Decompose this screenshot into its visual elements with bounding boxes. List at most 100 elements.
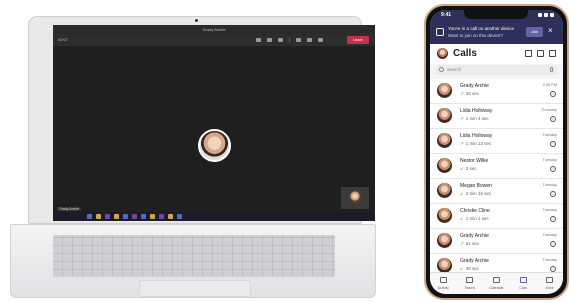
- taskbar-app-icon[interactable]: [132, 214, 137, 219]
- join-button[interactable]: Join: [526, 27, 543, 37]
- bottom-nav: Activity Teams Calendar Calls More: [430, 272, 563, 294]
- phone-screen: 9:41 You're in a call on another device …: [430, 10, 563, 294]
- nav-label: Activity: [437, 286, 449, 290]
- nav-more[interactable]: More: [536, 273, 563, 294]
- taskbar-app-icon[interactable]: [177, 214, 182, 219]
- call-date: Tuesday: [542, 208, 557, 212]
- call-date: Thursday: [541, 108, 557, 112]
- call-date: Tuesday: [542, 233, 557, 237]
- taskbar-app-icon[interactable]: [150, 214, 155, 219]
- taskbar-app-icon[interactable]: [87, 214, 92, 219]
- microphone-icon[interactable]: [550, 67, 553, 72]
- list-item[interactable]: Lidia Holloway ↗ 1 min 13 sec Tuesday i: [430, 129, 563, 154]
- caller-name: Grady Archie: [460, 83, 489, 89]
- taskbar-app-icon[interactable]: [168, 214, 173, 219]
- search-input[interactable]: Search: [436, 65, 557, 75]
- battery-icon: [550, 13, 554, 17]
- info-icon[interactable]: i: [550, 191, 556, 197]
- call-duration: ↙ 2 min 16 sec: [460, 191, 491, 197]
- avatar: [437, 83, 452, 98]
- status-time: 9:41: [441, 12, 452, 18]
- duration-text: 2 sec: [465, 166, 477, 171]
- page-title: Calls: [453, 48, 477, 59]
- avatar: [437, 183, 452, 198]
- nav-label: Calendar: [489, 286, 504, 290]
- incoming-arrow-icon: ↙: [460, 166, 464, 171]
- join-call-banner: You're in a call on another device Want …: [430, 22, 563, 44]
- header-actions: [525, 50, 556, 57]
- incoming-arrow-icon: ↙: [460, 266, 464, 271]
- list-item[interactable]: Christie Cline ↙ 1 min 1 sec Tuesday i: [430, 204, 563, 229]
- nav-calls[interactable]: Calls: [510, 273, 537, 294]
- duration-text: 1 min 1 sec: [465, 216, 489, 221]
- teams-call-window: Grady Archie 00:07 Leave Grady Archie: [53, 25, 375, 221]
- participants-icon[interactable]: [256, 38, 261, 42]
- chat-icon[interactable]: [267, 38, 272, 42]
- nav-label: Teams: [464, 286, 476, 290]
- taskbar-app-icon[interactable]: [123, 214, 128, 219]
- taskbar-app-icon[interactable]: [96, 214, 101, 219]
- caller-name: Grady Archie: [460, 233, 489, 239]
- wifi-icon: [544, 13, 548, 17]
- devices-icon: [436, 28, 444, 36]
- avatar: [437, 158, 452, 173]
- duration-text: 40 sec: [465, 266, 480, 271]
- close-icon[interactable]: ×: [548, 26, 553, 36]
- list-item[interactable]: Lidia Holloway ↗ 1 min 4 sec Thursday i: [430, 104, 563, 129]
- taskbar-app-icon[interactable]: [105, 214, 110, 219]
- laptop-base: [10, 224, 376, 298]
- info-icon[interactable]: i: [550, 141, 556, 147]
- list-item[interactable]: Nestor Wilke ↙ 2 sec Tuesday i: [430, 154, 563, 179]
- taskbar-app-icon[interactable]: [159, 214, 164, 219]
- nav-teams[interactable]: Teams: [457, 273, 484, 294]
- info-icon[interactable]: i: [550, 91, 556, 97]
- contacts-icon[interactable]: [525, 50, 532, 57]
- profile-avatar[interactable]: [437, 48, 448, 59]
- call-date: Tuesday: [542, 183, 557, 187]
- caller-name: Lidia Holloway: [460, 108, 493, 114]
- call-date: Tuesday: [542, 158, 557, 162]
- new-call-icon[interactable]: [549, 50, 556, 57]
- banner-line-2: Want to join on this device?: [448, 33, 503, 38]
- laptop: Grady Archie 00:07 Leave Grady Archie: [10, 16, 376, 298]
- list-item[interactable]: Megan Bowen ↙ 2 min 16 sec Tuesday i: [430, 179, 563, 204]
- duration-text: 1 min 4 sec: [465, 116, 489, 121]
- outgoing-arrow-icon: ↗: [460, 116, 464, 121]
- search-placeholder: Search: [447, 67, 462, 72]
- duration-text: 34 sec: [465, 91, 480, 96]
- avatar: [437, 208, 452, 223]
- bell-icon: [439, 277, 447, 283]
- nav-calendar[interactable]: Calendar: [483, 273, 510, 294]
- microphone-icon[interactable]: [307, 38, 312, 42]
- window-title: Grady Archie: [53, 25, 375, 34]
- dialpad-icon[interactable]: [537, 50, 544, 57]
- call-duration: ↗ 51 sec: [460, 241, 479, 247]
- self-avatar: [349, 191, 361, 203]
- duration-text: 1 min 13 sec: [465, 141, 492, 146]
- leave-call-button[interactable]: Leave: [347, 36, 369, 44]
- search-icon: [439, 67, 444, 72]
- nav-activity[interactable]: Activity: [430, 273, 457, 294]
- list-item[interactable]: Grady Archie ↗ 51 sec Tuesday i: [430, 229, 563, 254]
- info-icon[interactable]: i: [550, 216, 556, 222]
- list-item[interactable]: Grady Archie ↗ 34 sec 2:35 PM i: [430, 79, 563, 104]
- more-options-icon[interactable]: [278, 38, 283, 42]
- share-screen-icon[interactable]: [318, 38, 323, 42]
- taskbar-app-icon[interactable]: [114, 214, 119, 219]
- trackpad: [139, 280, 251, 297]
- camera-icon[interactable]: [296, 38, 301, 42]
- calls-header: Calls: [430, 44, 563, 64]
- phone: 9:41 You're in a call on another device …: [424, 4, 569, 300]
- nav-label: More: [545, 286, 554, 290]
- info-icon[interactable]: i: [550, 116, 556, 122]
- participant-name-label: Grady Archie: [57, 207, 82, 211]
- call-duration: ↗ 1 min 13 sec: [460, 141, 491, 147]
- more-icon: [546, 277, 554, 283]
- info-icon[interactable]: i: [550, 166, 556, 172]
- taskbar-app-icon[interactable]: [141, 214, 146, 219]
- outgoing-arrow-icon: ↗: [460, 91, 464, 96]
- call-toolbar: 00:07 Leave: [53, 34, 375, 46]
- info-icon[interactable]: i: [550, 241, 556, 247]
- caller-avatar: [198, 129, 231, 162]
- outgoing-arrow-icon: ↗: [460, 141, 464, 146]
